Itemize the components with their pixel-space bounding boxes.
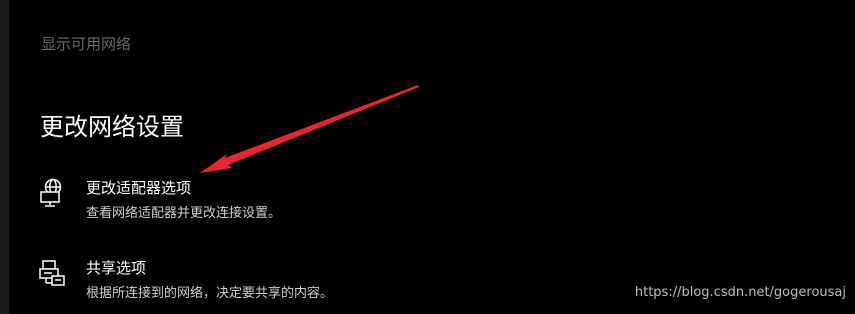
settings-page: 显示可用网络 更改网络设置 更改适配器选项 查看网络适配器并更改连接设置。 共享… bbox=[0, 0, 855, 314]
watermark-text: https://blog.csdn.net/gogerousaj bbox=[634, 285, 846, 300]
annotation-arrow-icon bbox=[200, 85, 419, 173]
